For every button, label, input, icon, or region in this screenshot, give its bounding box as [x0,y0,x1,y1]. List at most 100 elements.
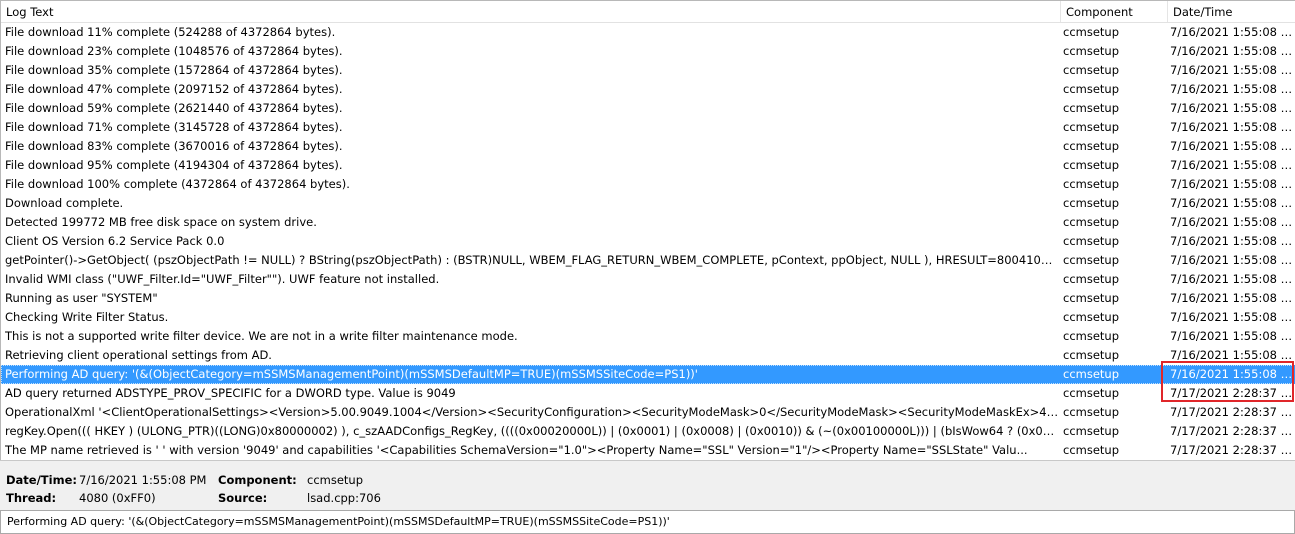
log-grid[interactable]: Log Text Component Date/Time File downlo… [0,0,1295,460]
component-cell: ccmsetup [1063,196,1120,210]
log-row[interactable]: Download complete. ccmsetup 7/16/2021 1:55… [1,194,1295,213]
source-label: Source: [218,491,268,505]
log-row[interactable]: File download 100% complete (4372864 of … [1,175,1295,194]
datetime-cell: 7/16/2021 1:55:08 PM [1170,63,1295,77]
datetime-cell: 7/16/2021 1:55:08 PM [1170,234,1295,248]
log-row[interactable]: OperationalXml '<ClientOperationalSettin… [1,403,1295,422]
component-cell: ccmsetup [1063,101,1120,115]
component-cell: ccmsetup [1063,63,1120,77]
component-cell: ccmsetup [1063,405,1120,419]
log-row[interactable]: AD query returned ADSTYPE_PROV_SPECIFIC … [1,384,1295,403]
log-row[interactable]: File download 11% complete (524288 of 43… [1,23,1295,42]
datetime-cell: 7/16/2021 1:55:08 PM [1170,348,1295,362]
datetime-cell: 7/16/2021 1:55:08 PM [1170,44,1295,58]
datetime-cell: 7/17/2021 2:28:37 PM [1170,386,1295,400]
log-row[interactable]: getPointer()->GetObject( (pszObjectPath … [1,251,1295,270]
component-cell: ccmsetup [1063,139,1120,153]
log-text-cell: File download 59% complete (2621440 of 4… [5,101,343,115]
log-row[interactable]: Client OS Version 6.2 Service Pack 0.0 cc… [1,232,1295,251]
datetime-cell: 7/17/2021 2:28:37 PM [1170,405,1295,419]
component-cell: ccmsetup [1063,386,1120,400]
log-text-cell: The MP name retrieved is ' ' with versio… [5,443,1028,457]
column-header-datetime[interactable]: Date/Time [1168,1,1295,22]
datetime-cell: 7/16/2021 1:55:08 PM [1170,291,1295,305]
component-cell: ccmsetup [1063,310,1120,324]
datetime-cell: 7/17/2021 2:28:37 PM [1170,424,1295,438]
log-row[interactable]: This is not a supported write filter dev… [1,327,1295,346]
log-message-textbox[interactable]: Performing AD query: '(&(ObjectCategory=… [0,510,1295,534]
log-text-cell: File download 100% complete (4372864 of … [5,177,350,191]
log-row[interactable]: File download 59% complete (2621440 of 4… [1,99,1295,118]
component-cell: ccmsetup [1063,120,1120,134]
datetime-cell: 7/16/2021 1:55:08 PM [1170,139,1295,153]
column-header-row: Log Text Component Date/Time [1,1,1295,23]
datetime-cell: 7/16/2021 1:55:08 PM [1170,120,1295,134]
log-row[interactable]: File download 95% complete (4194304 of 4… [1,156,1295,175]
datetime-cell: 7/16/2021 1:55:08 PM [1170,177,1295,191]
component-cell: ccmsetup [1063,367,1120,381]
log-row[interactable]: Invalid WMI class ("UWF_Filter.Id="UWF_F… [1,270,1295,289]
component-cell: ccmsetup [1063,158,1120,172]
datetime-cell: 7/16/2021 1:55:08 PM [1170,196,1295,210]
log-text-cell: AD query returned ADSTYPE_PROV_SPECIFIC … [5,386,456,400]
log-row[interactable]: Checking Write Filter Status. ccmsetup 7/1… [1,308,1295,327]
datetime-cell: 7/16/2021 1:55:08 PM [1170,82,1295,96]
datetime-cell: 7/17/2021 2:28:37 PM [1170,443,1295,457]
log-text-cell: OperationalXml '<ClientOperationalSettin… [5,405,1059,419]
datetime-label: Date/Time: [6,473,77,487]
component-label: Component: [218,473,297,487]
datetime-cell: 7/16/2021 1:55:08 PM [1170,310,1295,324]
log-text-cell: Download complete. [5,196,124,210]
log-row[interactable]: File download 83% complete (3670016 of 4… [1,137,1295,156]
source-value: lsad.cpp:706 [307,491,381,505]
component-cell: ccmsetup [1063,329,1120,343]
log-row[interactable]: File download 35% complete (1572864 of 4… [1,61,1295,80]
log-row[interactable]: The MP name retrieved is ' ' with versio… [1,441,1295,460]
component-cell: ccmsetup [1063,234,1120,248]
log-row[interactable]: regKey.Open((( HKEY ) (ULONG_PTR)((LONG)… [1,422,1295,441]
datetime-cell: 7/16/2021 1:55:08 PM [1170,272,1295,286]
log-row[interactable]: File download 47% complete (2097152 of 4… [1,80,1295,99]
component-cell: ccmsetup [1063,82,1120,96]
log-row[interactable]: File download 23% complete (1048576 of 4… [1,42,1295,61]
log-text-cell: Performing AD query: '(&(ObjectCategory=… [5,367,698,381]
log-rows: File download 11% complete (524288 of 43… [1,23,1295,460]
log-row[interactable]: File download 71% complete (3145728 of 4… [1,118,1295,137]
log-text-cell: File download 71% complete (3145728 of 4… [5,120,343,134]
log-text-cell: File download 95% complete (4194304 of 4… [5,158,343,172]
log-text-cell: Checking Write Filter Status. [5,310,169,324]
log-row[interactable]: Detected 199772 MB free disk space on sy… [1,213,1295,232]
log-text-cell: Client OS Version 6.2 Service Pack 0.0 [5,234,225,248]
log-text-cell: This is not a supported write filter dev… [5,329,518,343]
datetime-cell: 7/16/2021 1:55:08 PM [1170,158,1295,172]
log-text-cell: Invalid WMI class ("UWF_Filter.Id="UWF_F… [5,272,440,286]
log-details-pane: Date/Time: 7/16/2021 1:55:08 PM Componen… [0,460,1295,510]
log-text-cell: getPointer()->GetObject( (pszObjectPath … [5,253,1059,267]
log-row[interactable]: Running as user "SYSTEM" ccmsetup 7/16/202… [1,289,1295,308]
thread-value: 4080 (0xFF0) [79,491,156,505]
log-text-cell: Detected 199772 MB free disk space on sy… [5,215,317,229]
component-cell: ccmsetup [1063,272,1120,286]
column-header-component[interactable]: Component [1061,1,1168,22]
component-cell: ccmsetup [1063,177,1120,191]
thread-label: Thread: [6,491,57,505]
datetime-cell: 7/16/2021 1:55:08 PM [1170,215,1295,229]
log-text-cell: Running as user "SYSTEM" [5,291,158,305]
datetime-cell: 7/16/2021 1:55:08 PM [1170,101,1295,115]
datetime-cell: 7/16/2021 1:55:08 PM [1170,367,1295,381]
datetime-cell: 7/16/2021 1:55:08 PM [1170,25,1295,39]
component-cell: ccmsetup [1063,44,1120,58]
log-text-cell: regKey.Open((( HKEY ) (ULONG_PTR)((LONG)… [5,424,1059,438]
log-row-selected[interactable]: Performing AD query: '(&(ObjectCategory=… [1,365,1295,384]
log-text-cell: File download 35% complete (1572864 of 4… [5,63,343,77]
component-cell: ccmsetup [1063,253,1120,267]
datetime-value: 7/16/2021 1:55:08 PM [79,473,207,487]
log-text-cell: File download 11% complete (524288 of 43… [5,25,336,39]
component-cell: ccmsetup [1063,443,1120,457]
log-text-cell: File download 47% complete (2097152 of 4… [5,82,343,96]
component-cell: ccmsetup [1063,291,1120,305]
component-cell: ccmsetup [1063,215,1120,229]
component-value: ccmsetup [307,473,364,487]
log-row[interactable]: Retrieving client operational settings f… [1,346,1295,365]
column-header-log-text[interactable]: Log Text [1,1,1060,22]
